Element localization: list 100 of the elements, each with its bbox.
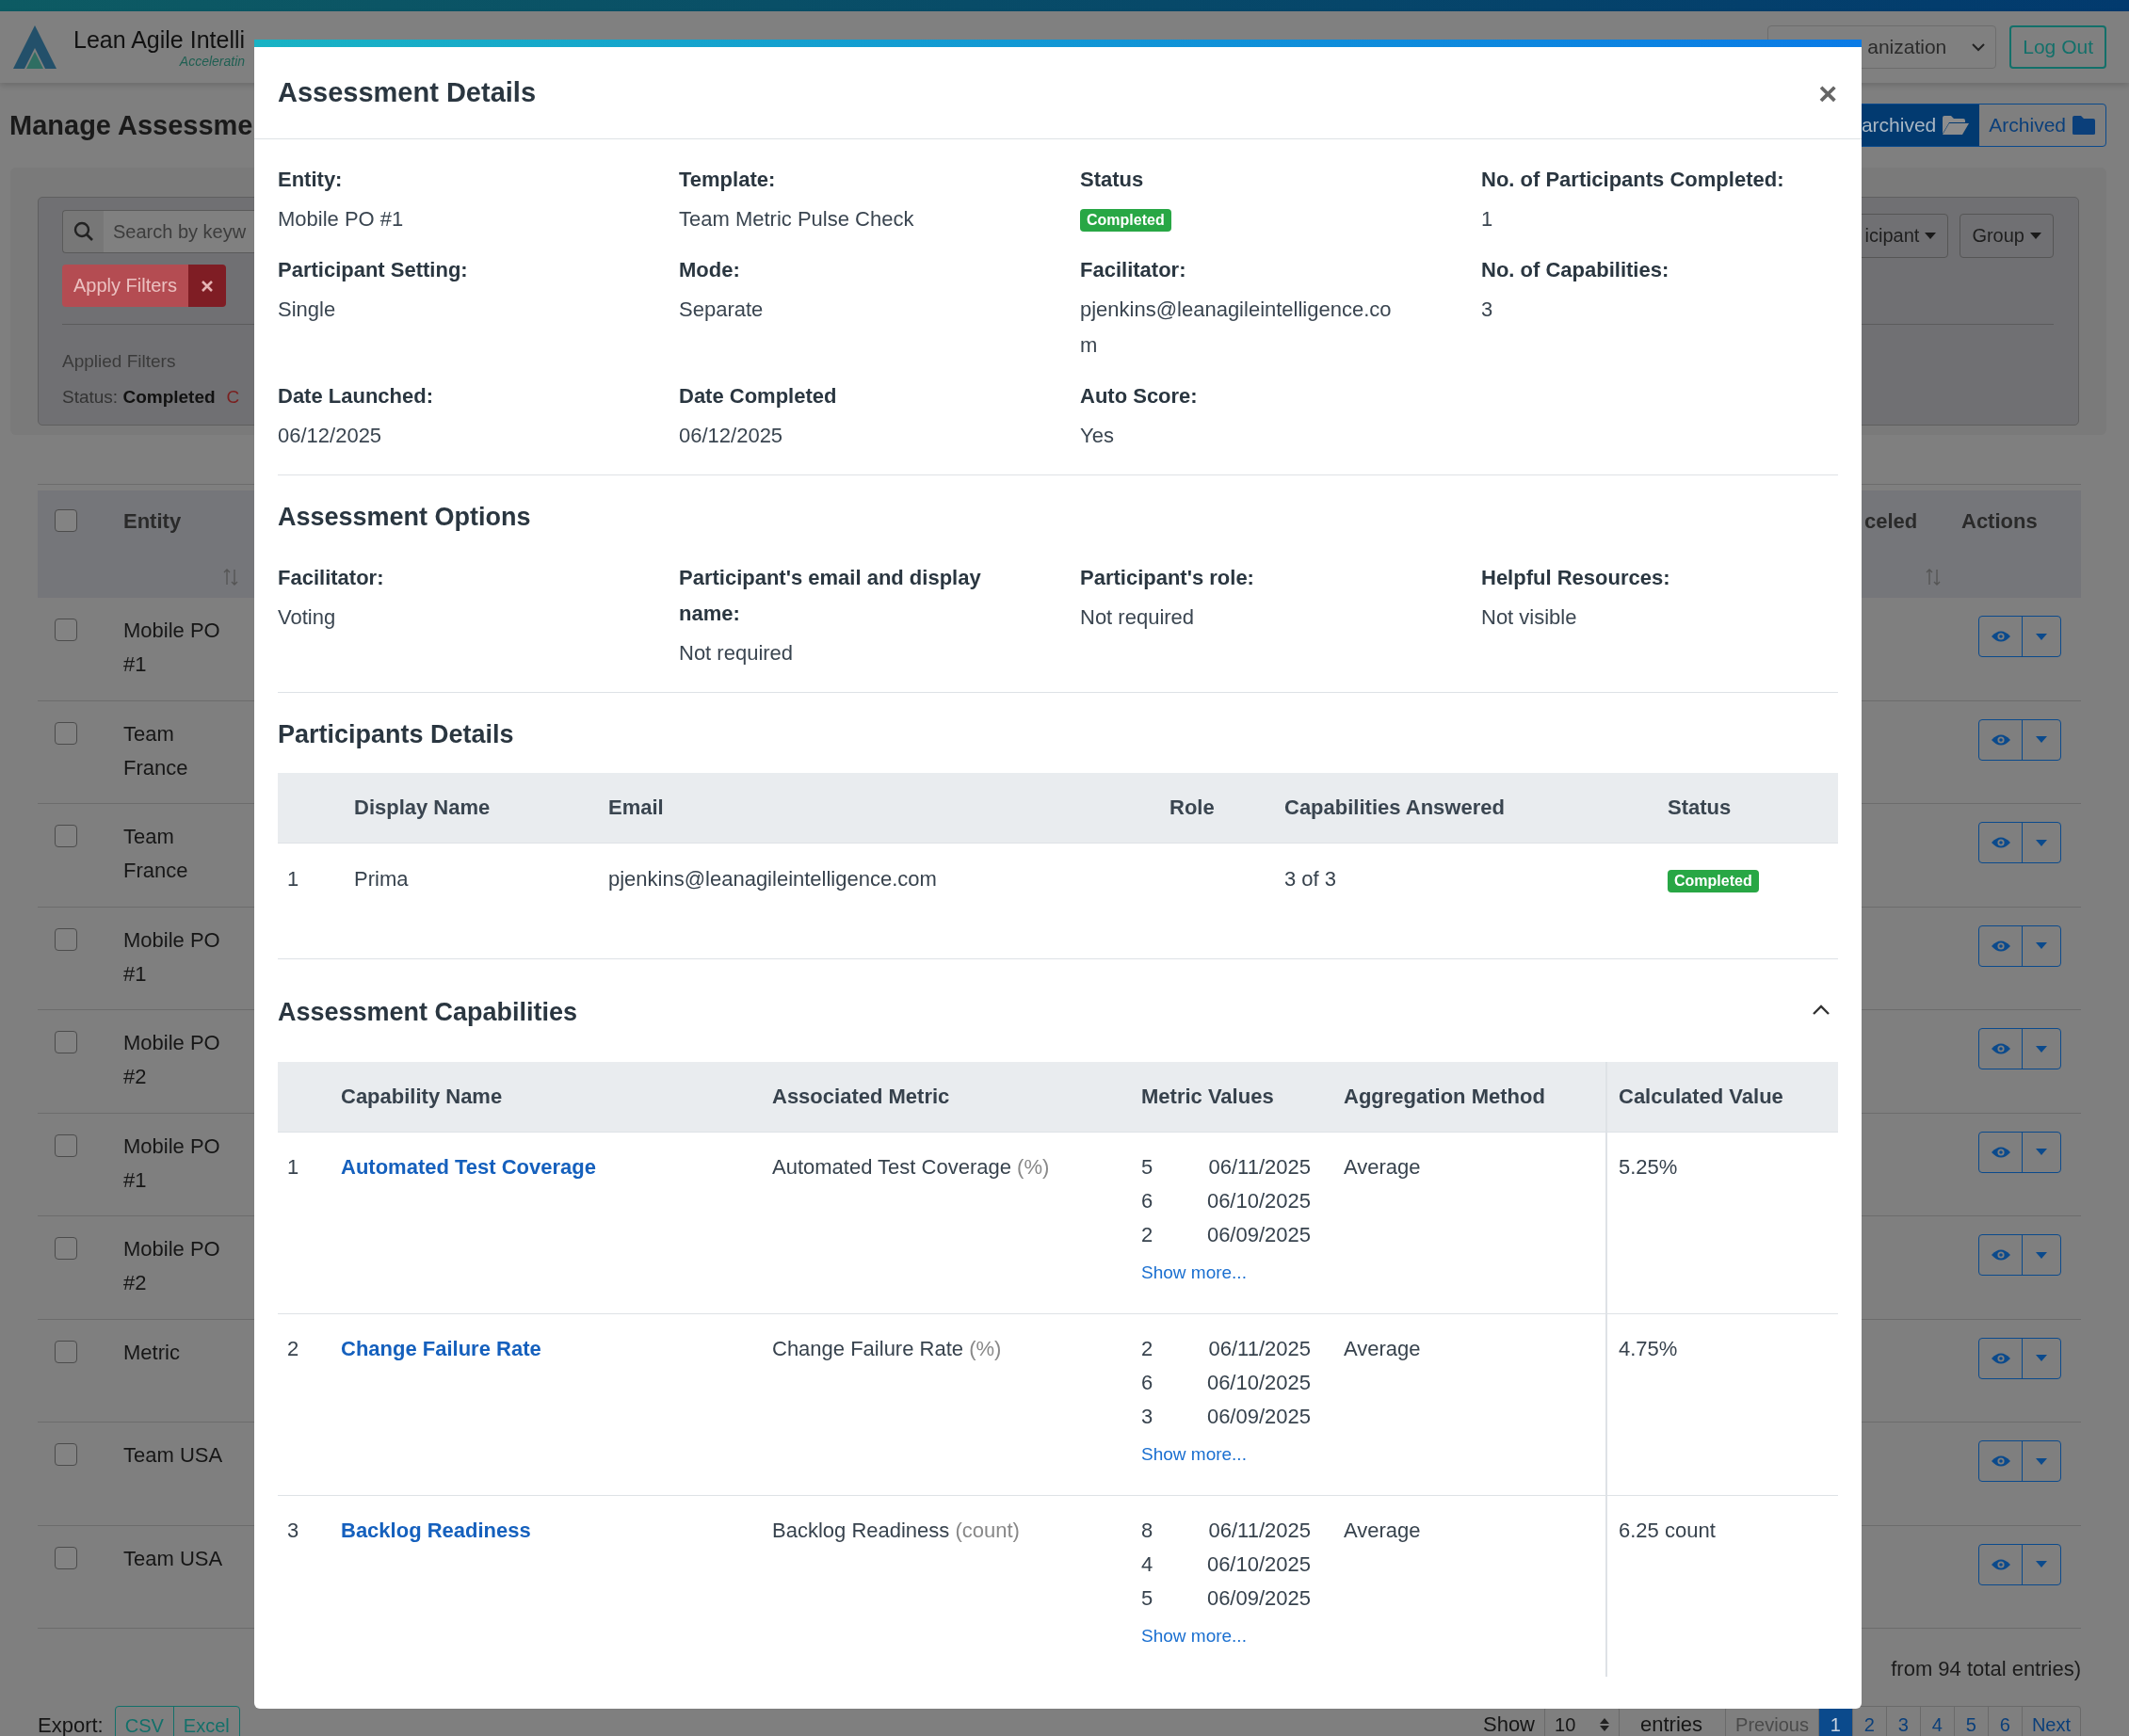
clear-link[interactable]: C <box>226 387 240 408</box>
logo-icon <box>11 24 58 71</box>
archive-toggle[interactable]: Archived <box>1979 104 2105 146</box>
eye-icon <box>1990 1145 2011 1159</box>
checkbox[interactable] <box>55 619 77 641</box>
table-cell-text: 2 <box>286 1336 300 1362</box>
show-more-link[interactable]: Show more... <box>1141 1256 1247 1290</box>
metric-date: 06/11/2025 <box>1208 1336 1311 1362</box>
checkbox[interactable] <box>55 1133 77 1157</box>
metric-date: 06/09/2025 <box>1206 1585 1311 1612</box>
entries-summary: from 94 total entries) <box>1891 1657 2081 1681</box>
checkbox[interactable] <box>55 927 77 951</box>
eye-icon <box>1990 1248 2011 1262</box>
field-label: Date Completed <box>679 383 837 410</box>
metric-date: 06/11/2025 <box>1208 1154 1311 1181</box>
table-cell-text: Team France <box>123 824 189 884</box>
column-header: Actions <box>1961 509 2038 534</box>
folder-icon <box>2072 115 2096 136</box>
page-link[interactable]: Next <box>2022 1706 2081 1736</box>
checkbox[interactable] <box>55 1031 77 1053</box>
metric-value: 5 <box>1141 1585 1153 1612</box>
metric-value: 3 <box>1141 1404 1153 1430</box>
column-header: Calculated Value <box>1605 1062 1838 1132</box>
chevron-icon[interactable] <box>1812 1004 1831 1016</box>
field-value: Not required <box>679 640 794 667</box>
table-cell-text: Team France <box>123 720 189 781</box>
tagline: Acceleratin <box>179 53 246 69</box>
field-label: Status <box>1080 167 1144 193</box>
column-header: celed <box>1864 509 1918 534</box>
checkbox[interactable] <box>55 1237 77 1260</box>
filter-dropdown[interactable]: Group <box>1960 214 2054 258</box>
field-value: Yes <box>1080 423 1114 449</box>
table-cell: 4.75% <box>1605 1314 1838 1495</box>
brand-name: Lean Agile Intelli <box>73 25 246 54</box>
metric-value: 4 <box>1141 1551 1153 1578</box>
section-title: Participants Details <box>278 719 515 750</box>
caret-icon <box>1925 232 1937 240</box>
capability-link[interactable]: Change Failure Rate <box>341 1337 541 1360</box>
show-more-link[interactable]: Show more... <box>1141 1438 1247 1471</box>
sort-icon[interactable] <box>223 568 238 587</box>
capability-link[interactable]: Backlog Readiness <box>341 1519 531 1542</box>
page-title: Manage Assessme <box>9 109 253 141</box>
column-header: Capability Name <box>340 1084 504 1110</box>
metric-value: 8 <box>1141 1518 1153 1544</box>
eye-icon <box>1990 1455 2011 1468</box>
field-value: Single <box>278 297 336 323</box>
show-label: Show <box>1482 1712 1535 1736</box>
table-cell-text: Change Failure Rate (%) <box>771 1336 1003 1362</box>
checkbox[interactable] <box>55 1546 77 1569</box>
table-cell: 5.25% <box>1605 1133 1838 1313</box>
table-cell-text: Team USA <box>123 1442 224 1469</box>
caret-icon <box>2036 1355 2047 1361</box>
capability-link[interactable]: Automated Test Coverage <box>341 1155 596 1179</box>
table-cell-text: 3 of 3 <box>1283 867 1338 892</box>
caret-icon <box>2036 736 2047 743</box>
clear-filters-button[interactable] <box>188 265 227 307</box>
eye-icon <box>1990 1042 2011 1055</box>
field-label: Entity: <box>278 167 343 193</box>
close-icon <box>201 279 215 293</box>
table-cell-text: Mobile PO #1 <box>123 618 221 678</box>
table-cell-text: Backlog Readiness (count) <box>771 1518 1021 1544</box>
checkbox[interactable] <box>55 509 77 532</box>
field-label: Participant's role: <box>1080 565 1254 591</box>
field-value: Not required <box>1080 604 1195 631</box>
table-cell-text: Mobile PO #2 <box>123 1236 221 1296</box>
column-header: Email <box>607 796 665 820</box>
table-cell-text: 1 <box>286 1154 300 1181</box>
column-header: Metric Values <box>1140 1084 1275 1110</box>
field-value: 3 <box>1481 297 1493 323</box>
show-more-link[interactable]: Show more... <box>1141 1619 1247 1653</box>
entries-label: entries <box>1640 1712 1703 1736</box>
table-cell-text: 3 <box>286 1518 300 1544</box>
table-cell-text: Metric <box>123 1339 181 1366</box>
checkbox[interactable] <box>55 1340 77 1363</box>
column-header: Entity <box>123 509 182 534</box>
open-folder-icon <box>1942 115 1971 136</box>
field-value: Mobile PO #1 <box>278 206 404 233</box>
sort-icon[interactable] <box>1926 568 1941 587</box>
apply-filters-button[interactable]: Apply Filters <box>62 265 189 307</box>
field-label: No. of Participants Completed: <box>1481 167 1784 193</box>
page-link[interactable]: 6 <box>1988 1706 2023 1736</box>
table-cell-text: Prima <box>353 867 410 892</box>
checkbox[interactable] <box>55 825 77 847</box>
checkbox[interactable] <box>55 1443 77 1466</box>
metric-date: 06/09/2025 <box>1206 1222 1311 1248</box>
table-cell-text: Team USA <box>123 1545 224 1572</box>
table-cell: 6.25 count <box>1605 1496 1838 1677</box>
page-link[interactable]: 4 <box>1920 1706 1955 1736</box>
table-cell-text: Mobile PO #2 <box>123 1030 221 1090</box>
eye-icon <box>1990 836 2011 849</box>
caret-icon <box>2036 1149 2047 1155</box>
page-link[interactable]: 3 <box>1886 1706 1921 1736</box>
metric-value: 2 <box>1141 1222 1153 1248</box>
sort-arrows-icon <box>1600 1718 1609 1731</box>
page-link[interactable]: 5 <box>1954 1706 1989 1736</box>
status-badge: Completed <box>1080 209 1171 232</box>
caret-icon <box>2036 633 2047 640</box>
column-header: Capabilities Answered <box>1283 796 1506 820</box>
field-value: 1 <box>1481 206 1493 233</box>
checkbox[interactable] <box>55 721 77 745</box>
